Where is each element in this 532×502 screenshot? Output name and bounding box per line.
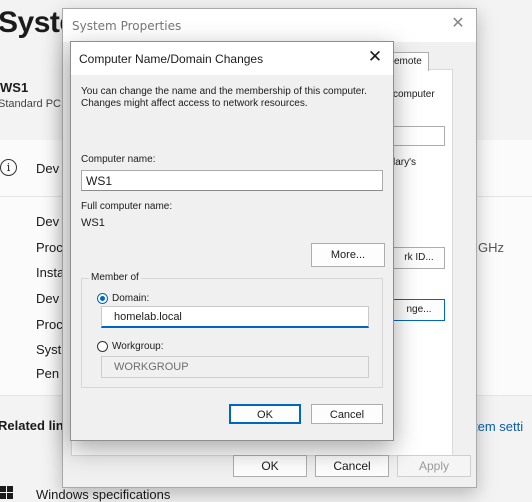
full-computer-name-value: WS1 xyxy=(81,217,105,229)
computer-name-dialog: Computer Name/Domain Changes ✕ You can c… xyxy=(70,41,394,441)
example-text: lary's xyxy=(393,157,417,168)
spec-row-label: Proc xyxy=(36,240,63,255)
close-icon[interactable]: ✕ xyxy=(365,47,385,67)
member-of-label: Member of xyxy=(89,272,141,283)
spec-row-label: Syst xyxy=(36,342,62,357)
spec-row-label: Dev xyxy=(36,291,60,306)
pc-model: Standard PC xyxy=(0,98,61,110)
spec-row-label: Dev xyxy=(36,214,60,229)
tab-remote[interactable]: emote xyxy=(391,52,429,71)
system-properties-title: System Properties xyxy=(72,19,182,33)
workgroup-radio[interactable] xyxy=(97,341,108,352)
cancel-button[interactable]: Cancel xyxy=(311,404,383,424)
ok-button[interactable]: OK xyxy=(229,404,301,424)
domain-input[interactable]: homelab.local xyxy=(101,306,369,328)
computer-name-titlebar[interactable]: Computer Name/Domain Changes ✕ xyxy=(71,42,393,75)
related-links-heading: Related lin xyxy=(0,418,64,433)
apply-button[interactable]: Apply xyxy=(397,455,471,477)
windows-specifications-label[interactable]: Windows specifications xyxy=(36,487,170,502)
computer-name-input[interactable]: WS1 xyxy=(81,170,383,191)
more-button[interactable]: More... xyxy=(311,243,385,267)
domain-radio[interactable] xyxy=(97,293,108,304)
computer-description-text: computer xyxy=(393,89,435,100)
ok-button[interactable]: OK xyxy=(233,455,307,477)
processor-speed-text: GHz xyxy=(478,240,504,255)
domain-label[interactable]: Domain: xyxy=(112,293,149,304)
network-id-button[interactable]: rk ID... xyxy=(393,247,445,269)
change-button[interactable]: nge... xyxy=(393,299,445,321)
device-specs-label: Dev xyxy=(36,161,60,176)
dialog-description: You can change the name and the membersh… xyxy=(81,86,367,109)
system-properties-titlebar[interactable]: System Properties ✕ xyxy=(63,9,476,42)
computer-description-field[interactable] xyxy=(393,126,445,146)
close-icon[interactable]: ✕ xyxy=(448,14,468,34)
workgroup-label[interactable]: Workgroup: xyxy=(112,341,164,352)
computer-name-label: Computer name: xyxy=(81,154,156,165)
dialog-title: Computer Name/Domain Changes xyxy=(79,52,264,66)
windows-logo-icon xyxy=(0,486,14,500)
info-icon: i xyxy=(0,159,17,176)
cancel-button[interactable]: Cancel xyxy=(315,455,389,477)
workgroup-input: WORKGROUP xyxy=(101,356,369,378)
spec-row-label: Proc xyxy=(36,317,63,332)
full-computer-name-label: Full computer name: xyxy=(81,201,173,212)
spec-row-label: Insta xyxy=(36,265,65,280)
system-settings-link[interactable]: tem setti xyxy=(474,419,523,434)
pc-name: WS1 xyxy=(0,80,29,95)
spec-row-label: Pen xyxy=(36,366,60,381)
